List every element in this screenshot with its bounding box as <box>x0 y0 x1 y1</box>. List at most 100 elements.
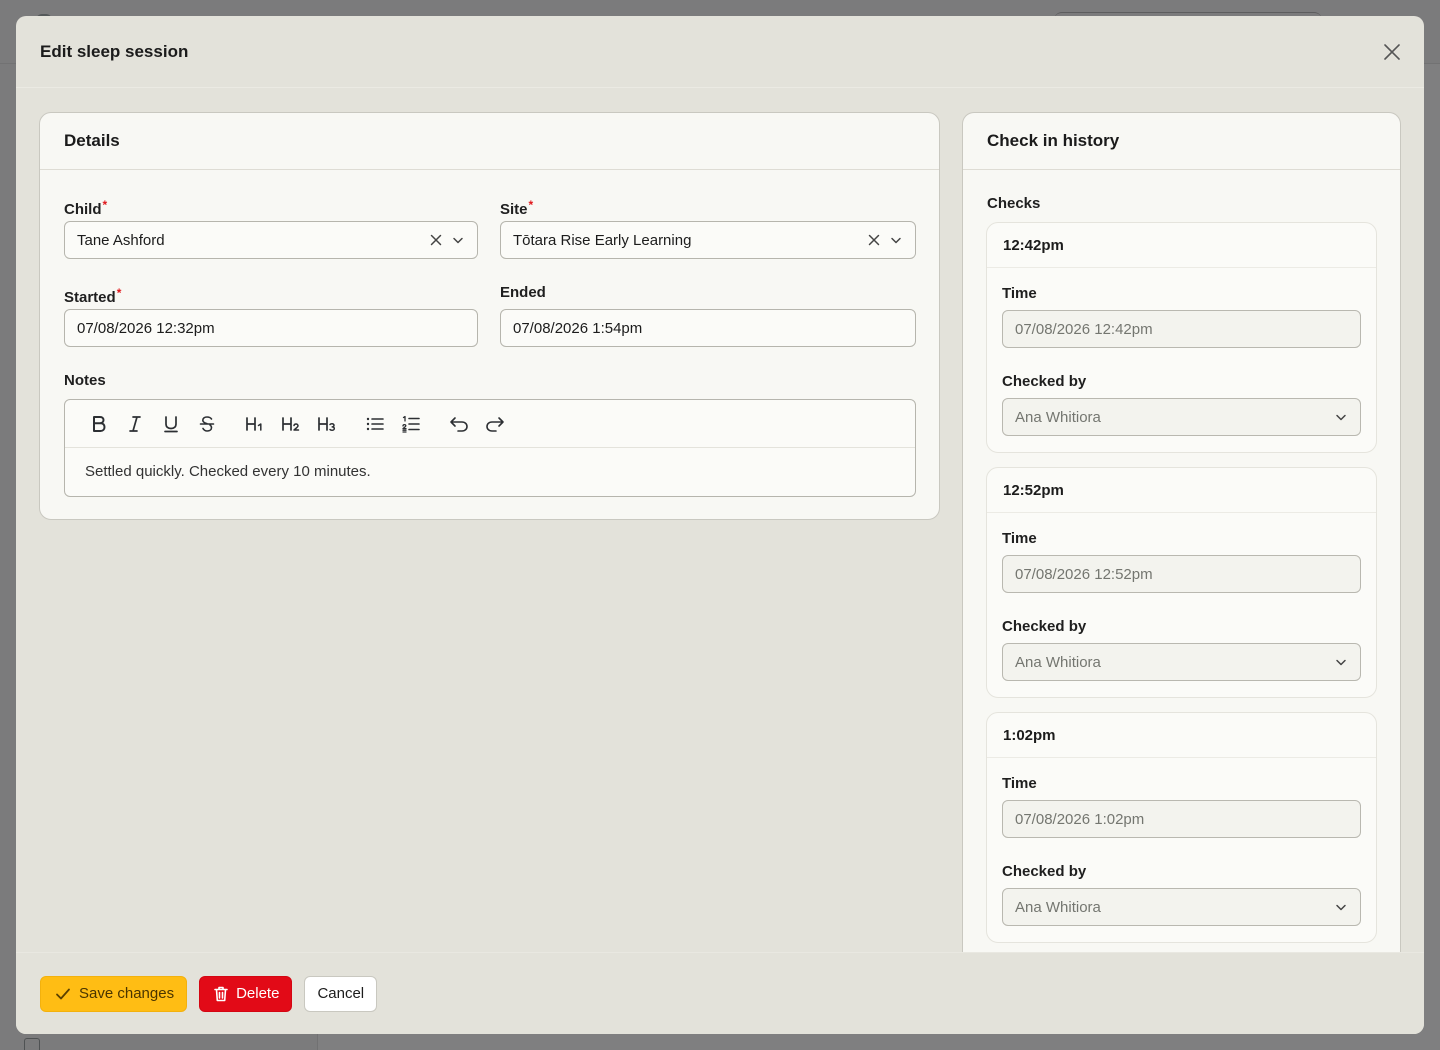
cancel-button[interactable]: Cancel <box>304 975 378 1012</box>
check-body: Time 07/08/2026 12:52pm Checked by Ana W… <box>987 513 1376 705</box>
clear-site-button[interactable] <box>867 233 881 247</box>
checked-by-value: Ana Whitiora <box>1015 653 1101 671</box>
heading-3-button[interactable] <box>309 409 345 439</box>
clear-child-button[interactable] <box>429 233 443 247</box>
save-changes-button[interactable]: Save changes <box>40 975 188 1012</box>
ended-field-group: Ended 07/08/2026 1:54pm <box>500 283 916 371</box>
checked-by-select[interactable]: Ana Whitiora <box>1002 888 1361 926</box>
child-field-group: Child* Tane Ashford <box>64 195 478 283</box>
checked-by-label: Checked by <box>1002 863 1087 880</box>
required-asterisk: * <box>116 286 122 300</box>
check-time-value: 07/08/2026 1:02pm <box>1015 810 1145 828</box>
modal-footer: Save changes Delete Cancel <box>16 952 1424 1034</box>
checked-by-value: Ana Whitiora <box>1015 408 1101 426</box>
check-heading: 12:42pm <box>987 223 1376 268</box>
ordered-list-button[interactable] <box>393 409 429 439</box>
check-heading: 1:02pm <box>987 713 1376 758</box>
italic-button[interactable] <box>117 409 153 439</box>
modal-title: Edit sleep session <box>40 41 189 61</box>
history-card-header: Check in history <box>963 113 1400 170</box>
clear-icon <box>868 234 880 246</box>
checked-by-group: Checked by Ana Whitiora <box>1002 372 1361 460</box>
redo-button[interactable] <box>477 409 513 439</box>
checked-by-select[interactable]: Ana Whitiora <box>1002 398 1361 436</box>
bold-icon <box>93 415 106 432</box>
check-item: 1:02pm Time 07/08/2026 1:02pm Checked by… <box>986 712 1377 943</box>
ended-label: Ended <box>500 284 546 301</box>
check-time-group: Time 07/08/2026 12:52pm <box>1002 529 1361 617</box>
heading-1-icon <box>246 416 262 431</box>
italic-icon <box>129 415 141 432</box>
required-asterisk: * <box>528 198 534 212</box>
check-body: Time 07/08/2026 12:42pm Checked by Ana W… <box>987 268 1376 460</box>
checked-by-dropdown-toggle[interactable] <box>1334 410 1348 424</box>
heading-1-button[interactable] <box>237 409 273 439</box>
ended-value: 07/08/2026 1:54pm <box>513 319 643 337</box>
underline-button[interactable] <box>153 409 189 439</box>
started-field-group: Started* 07/08/2026 12:32pm <box>64 283 478 371</box>
check-time-value: 07/08/2026 12:52pm <box>1015 565 1153 583</box>
check-body: Time 07/08/2026 1:02pm Checked by Ana Wh… <box>987 758 1376 950</box>
history-card-title: Check in history <box>987 131 1120 150</box>
checked-by-dropdown-toggle[interactable] <box>1334 655 1348 669</box>
child-label: Child* <box>64 195 478 218</box>
editor-toolbar <box>65 400 915 448</box>
chevron-down-icon <box>1336 414 1346 421</box>
check-time-label: Time <box>1002 530 1037 547</box>
undo-button[interactable] <box>441 409 477 439</box>
check-time-input[interactable]: 07/08/2026 1:02pm <box>1002 800 1361 838</box>
check-time-value: 07/08/2026 12:42pm <box>1015 320 1153 338</box>
notes-field-group: Notes Settled quickly. Checked every 10 … <box>64 371 916 497</box>
check-item: 12:42pm Time 07/08/2026 12:42pm Checked … <box>986 222 1377 453</box>
site-label: Site* <box>500 195 916 218</box>
chevron-down-icon <box>453 237 463 244</box>
bullet-list-button[interactable] <box>357 409 393 439</box>
cancel-label: Cancel <box>317 985 365 1002</box>
ended-datetime-input[interactable]: 07/08/2026 1:54pm <box>500 309 916 347</box>
notes-editor-content[interactable]: Settled quickly. Checked every 10 minute… <box>65 448 915 496</box>
redo-icon <box>486 416 504 432</box>
check-time-input[interactable]: 07/08/2026 12:42pm <box>1002 310 1361 348</box>
delete-button[interactable]: Delete <box>199 975 293 1012</box>
notes-editor: Settled quickly. Checked every 10 minute… <box>64 399 916 497</box>
strikethrough-button[interactable] <box>189 409 225 439</box>
checked-by-label: Checked by <box>1002 373 1087 390</box>
checked-by-select[interactable]: Ana Whitiora <box>1002 643 1361 681</box>
details-form-grid: Child* Tane Ashford Site* Tōtara Rise Ea… <box>64 195 916 371</box>
check-heading: 12:52pm <box>987 468 1376 513</box>
strikethrough-icon <box>199 415 215 432</box>
heading-2-button[interactable] <box>273 409 309 439</box>
background-sidebar-item <box>24 1038 144 1050</box>
check-time-label: Time <box>1002 775 1037 792</box>
chevron-down-icon <box>1336 904 1346 911</box>
clear-icon <box>430 234 442 246</box>
check-time-group: Time 07/08/2026 12:42pm <box>1002 284 1361 372</box>
child-dropdown-toggle[interactable] <box>451 233 465 247</box>
modal-body: Details Child* Tane Ashford Site* Tōtara… <box>16 88 1424 972</box>
checked-by-group: Checked by Ana Whitiora <box>1002 617 1361 705</box>
save-changes-label: Save changes <box>79 985 175 1002</box>
checks-label: Checks <box>987 195 1041 212</box>
document-icon <box>24 1038 40 1050</box>
checked-by-dropdown-toggle[interactable] <box>1334 900 1348 914</box>
started-datetime-input[interactable]: 07/08/2026 12:32pm <box>64 309 478 347</box>
site-select-value: Tōtara Rise Early Learning <box>513 231 692 249</box>
details-card-title: Details <box>64 131 120 150</box>
child-label-text: Child <box>64 201 102 218</box>
bullet-list-icon <box>366 417 384 430</box>
details-card: Details Child* Tane Ashford Site* Tōtara… <box>39 112 940 520</box>
check-icon <box>56 988 70 999</box>
details-card-header: Details <box>40 113 939 170</box>
site-select[interactable]: Tōtara Rise Early Learning <box>500 221 916 259</box>
child-select-value: Tane Ashford <box>77 231 165 249</box>
child-select[interactable]: Tane Ashford <box>64 221 478 259</box>
check-time-input[interactable]: 07/08/2026 12:52pm <box>1002 555 1361 593</box>
close-icon <box>1384 43 1400 60</box>
close-button[interactable] <box>1380 40 1404 64</box>
heading-2-icon <box>282 416 300 431</box>
bold-button[interactable] <box>81 409 117 439</box>
site-dropdown-toggle[interactable] <box>889 233 903 247</box>
underline-icon <box>164 415 178 432</box>
ordered-list-icon <box>402 415 420 433</box>
check-item: 12:52pm Time 07/08/2026 12:52pm Checked … <box>986 467 1377 698</box>
